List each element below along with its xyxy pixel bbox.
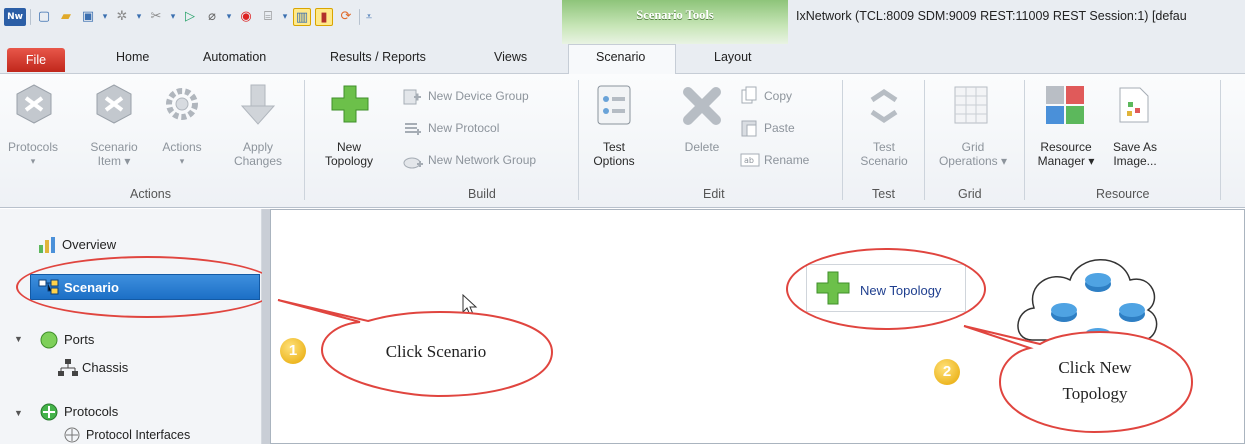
callout-2-text-line1: Click New	[1058, 358, 1132, 377]
step-badge-2: 2	[934, 359, 960, 385]
callout-2-text-line2: Topology	[1062, 384, 1128, 403]
